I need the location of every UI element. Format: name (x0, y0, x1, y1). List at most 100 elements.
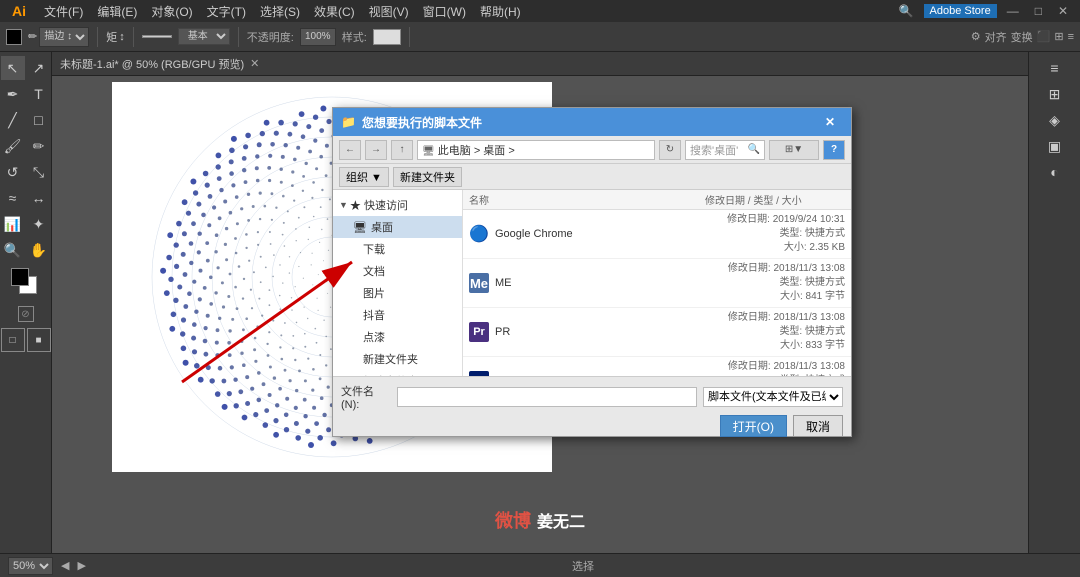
window-close-button[interactable]: ✕ (1052, 2, 1074, 20)
sidebar-item-newfolder[interactable]: 新建文件夹 (333, 348, 462, 370)
hand-btn[interactable]: ✋ (27, 238, 51, 262)
style-label: 样式: (342, 29, 367, 45)
search-box[interactable]: 搜索'桌面' 🔍 (685, 140, 765, 160)
me-modified: 修改日期: 2018/11/3 13:08 (705, 262, 845, 276)
view-options-btn[interactable]: ⊞▼ (769, 140, 819, 160)
width-btn[interactable]: ↔ (27, 186, 51, 210)
align-label[interactable]: 对齐 (985, 29, 1007, 45)
canvas-close-btn[interactable]: ✕ (250, 57, 259, 70)
direct-select-tool-btn[interactable]: ↗ (27, 56, 51, 80)
rect-tool-btn[interactable]: □ (27, 108, 51, 132)
warp-btn[interactable]: ≈ (1, 186, 25, 210)
filename-input[interactable] (397, 387, 697, 407)
watermark: 微博 姜无二 (495, 507, 585, 533)
help-btn[interactable]: ? (823, 140, 845, 160)
menu-effect[interactable]: 效果(C) (308, 1, 361, 22)
window-min-button[interactable]: — (1001, 2, 1025, 20)
right-panel-btn4[interactable]: ▣ (1043, 134, 1067, 158)
mode-select[interactable]: 基本 (178, 28, 230, 45)
selection-tool-btn[interactable]: ↖ (1, 56, 25, 80)
me-type: 类型: 快捷方式 (705, 276, 845, 290)
ps-meta: 修改日期: 2018/11/3 13:08 类型: 快捷方式 大小: 777 字… (705, 360, 845, 376)
sidebar-item-pics[interactable]: 图片 (333, 282, 462, 304)
search-icon[interactable]: 🔍 (893, 2, 920, 20)
nav-forward-btn[interactable]: → (365, 140, 387, 160)
right-panel-btn5[interactable]: ◐ (1043, 160, 1067, 184)
sidebar-item-douyin-label: 抖音 (363, 307, 385, 323)
adobe-store-button[interactable]: Adobe Store (924, 4, 997, 18)
opacity-input[interactable] (300, 28, 336, 46)
select-tools: ↖ ↗ (1, 56, 51, 80)
full-view-btn[interactable]: ■ (27, 328, 51, 352)
menu-object[interactable]: 对象(O) (145, 1, 198, 22)
right-panel-btn2[interactable]: ⊞ (1043, 82, 1067, 106)
organize-btn[interactable]: 组织 ▼ (339, 167, 389, 187)
shape-dropdown-icon: ↕ (119, 31, 125, 43)
normal-view-btn[interactable]: □ (1, 328, 25, 352)
filetype-select[interactable]: 脚本文件(文本文件及已编译文 ▼ (703, 387, 843, 407)
me-icon: Me (469, 273, 489, 293)
dialog-body: ▼ ★ 快速访问 🖥 桌面 下载 文档 (333, 190, 851, 376)
nav-up-btn[interactable]: ↑ (391, 140, 413, 160)
menu-file[interactable]: 文件(F) (38, 1, 89, 22)
sidebar-item-douyin[interactable]: 抖音 (333, 304, 462, 326)
fill-swatch[interactable] (6, 29, 22, 45)
refresh-btn[interactable]: ↻ (659, 140, 681, 160)
quick-access-group[interactable]: ▼ ★ 快速访问 (333, 194, 462, 216)
quick-access-label: ★ 快速访问 (350, 197, 408, 213)
expand-icon[interactable]: ⊞ (1054, 30, 1063, 43)
nav-back-btn[interactable]: ← (339, 140, 361, 160)
sep1 (97, 27, 98, 47)
menu-edit[interactable]: 编辑(E) (91, 1, 143, 22)
file-row-me[interactable]: Me ME 修改日期: 2018/11/3 13:08 类型: 快捷方式 大小:… (463, 259, 851, 308)
menu-window[interactable]: 窗口(W) (417, 1, 472, 22)
cancel-button[interactable]: 取消 (793, 415, 843, 437)
symbol-btn[interactable]: ✦ (27, 212, 51, 236)
right-panel-btn1[interactable]: ≡ (1043, 56, 1067, 80)
col-meta-header: 修改日期 / 类型 / 大小 (705, 192, 845, 207)
window-max-button[interactable]: □ (1029, 2, 1048, 20)
chrome-modified: 修改日期: 2019/9/24 10:31 (705, 213, 845, 227)
right-panel-btn3[interactable]: ◈ (1043, 108, 1067, 132)
sidebar-item-downloads[interactable]: 下载 (333, 238, 462, 260)
dialog-close-btn[interactable]: ✕ (817, 108, 843, 136)
draw-tools: ╱ □ (1, 108, 51, 132)
arrange-icon[interactable]: ⬛ (1037, 30, 1051, 43)
menu-text[interactable]: 文字(T) (201, 1, 252, 22)
paintbrush-btn[interactable]: 🖌 (1, 134, 25, 158)
file-row-pr[interactable]: Pr PR 修改日期: 2018/11/3 13:08 类型: 快捷方式 大小:… (463, 308, 851, 357)
zoom-select[interactable]: 50% (8, 557, 53, 575)
rotate-btn[interactable]: ↺ (1, 160, 25, 184)
panel-toggle-icon[interactable]: ≡ (1068, 31, 1074, 43)
file-row-ps[interactable]: Ps PS 修改日期: 2018/11/3 13:08 类型: 快捷方式 大小:… (463, 357, 851, 376)
scale-btn[interactable]: ⤡ (27, 160, 51, 184)
nav-left-icon[interactable]: ◀ (61, 559, 69, 572)
sidebar-item-docs[interactable]: 文档 (333, 260, 462, 282)
none-color-btn[interactable]: ⊘ (18, 306, 34, 322)
file-row-chrome[interactable]: 🔵 Google Chrome 修改日期: 2019/9/24 10:31 类型… (463, 210, 851, 259)
sidebar-item-desktop[interactable]: 🖥 桌面 (333, 216, 462, 238)
open-button[interactable]: 打开(O) (720, 415, 787, 437)
transform-label[interactable]: 变换 (1011, 29, 1033, 45)
zoom-btn[interactable]: 🔍 (1, 238, 25, 262)
right-icons: ⚙ 对齐 变换 ⬛ ⊞ ≡ (971, 29, 1074, 45)
chrome-meta: 修改日期: 2019/9/24 10:31 类型: 快捷方式 大小: 2.35 … (705, 213, 845, 255)
column-graph-btn[interactable]: 📊 (1, 212, 25, 236)
menu-select[interactable]: 选择(S) (254, 1, 306, 22)
pencil-btn[interactable]: ✏ (27, 134, 51, 158)
ps-modified: 修改日期: 2018/11/3 13:08 (705, 360, 845, 374)
pen-tools: ✒ T (1, 82, 51, 106)
foreground-swatch[interactable] (11, 268, 29, 286)
color-mode-area: ⊘ (18, 306, 34, 322)
line-tool-btn[interactable]: ╱ (1, 108, 25, 132)
sidebar-item-dotchi[interactable]: 点漆 (333, 326, 462, 348)
nav-right-icon[interactable]: ▶ (77, 559, 85, 572)
graph-tools: 📊 ✦ (1, 212, 51, 236)
type-tool-btn[interactable]: T (27, 82, 51, 106)
new-folder-btn[interactable]: 新建文件夹 (393, 167, 462, 187)
pen-tool-btn[interactable]: ✒ (1, 82, 25, 106)
desktop-icon: 🖥 (353, 221, 367, 234)
menu-help[interactable]: 帮助(H) (474, 1, 527, 22)
brush-select[interactable]: 描边 ↕ (39, 27, 89, 47)
menu-view[interactable]: 视图(V) (363, 1, 415, 22)
